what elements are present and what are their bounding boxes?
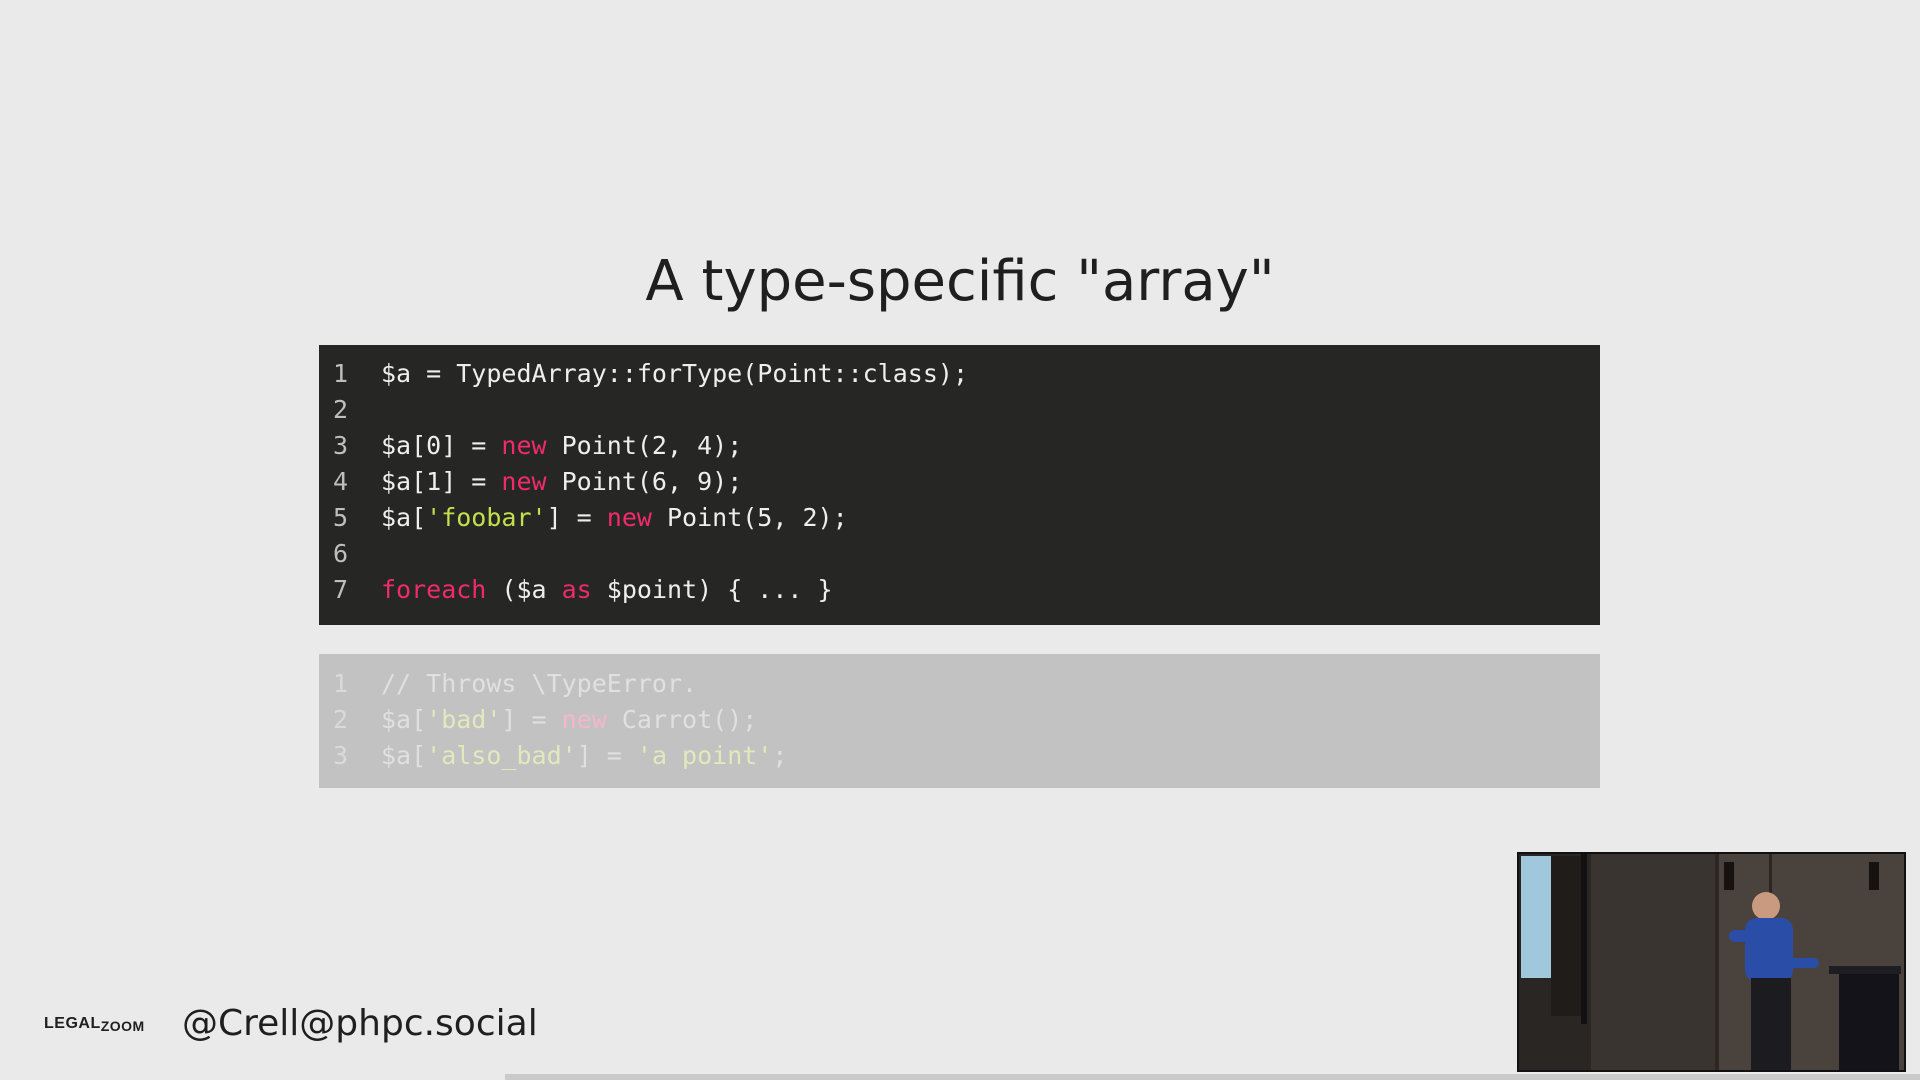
code-block-errors: 1// Throws \TypeError. 2 $a['bad'] = new C… xyxy=(319,654,1600,788)
code-keyword: as xyxy=(561,575,592,604)
code-block-main: 1 $a = TypedArray::forType(Point::class);… xyxy=(319,345,1600,625)
code-line: 7 foreach ($a as $point) { ... } xyxy=(333,572,1586,608)
code-text: $a[0] = xyxy=(381,431,502,460)
code-text: ; xyxy=(772,741,788,770)
logo-text-zoom: ZOOM xyxy=(100,1018,145,1034)
line-number: 5 xyxy=(333,503,349,532)
code-line: 2 $a['bad'] = new Carrot(); xyxy=(333,702,1586,738)
code-keyword: new xyxy=(501,467,547,496)
code-text: Point(6, 9); xyxy=(546,467,743,496)
slide-title: A type-specific "array" xyxy=(645,249,1275,314)
speaker-video-image xyxy=(1519,854,1904,1070)
code-text: $a[1] = xyxy=(381,467,502,496)
code-keyword: new xyxy=(561,705,607,734)
code-text: $a[ xyxy=(381,503,427,532)
code-text: Point(2, 4); xyxy=(546,431,743,460)
line-number: 2 xyxy=(333,395,349,424)
line-number: 1 xyxy=(333,359,349,388)
slide: A type-specific "array" 1 $a = TypedArray… xyxy=(0,0,1920,1080)
code-line: 3 $a['also_bad'] = 'a point'; xyxy=(333,738,1586,774)
code-line: 6 xyxy=(333,536,1586,572)
line-number: 7 xyxy=(333,575,349,604)
code-line: 3 $a[0] = new Point(2, 4); xyxy=(333,428,1586,464)
code-string: 'a point' xyxy=(636,741,773,770)
legalzoom-logo: LEGALZOOM xyxy=(44,1015,145,1034)
line-number: 3 xyxy=(333,431,349,460)
code-text: ] = xyxy=(546,503,607,532)
progress-bar-fill xyxy=(505,1074,1920,1080)
code-keyword: new xyxy=(606,503,652,532)
code-text: Carrot(); xyxy=(606,705,758,734)
code-line: 2 xyxy=(333,392,1586,428)
code-string: 'bad' xyxy=(426,705,502,734)
line-number: 4 xyxy=(333,467,349,496)
code-line: 1 // Throws \TypeError. xyxy=(333,666,1586,702)
code-text: ] = xyxy=(501,705,562,734)
code-text: $a[ xyxy=(381,741,427,770)
code-line: 4 $a[1] = new Point(6, 9); xyxy=(333,464,1586,500)
line-number: 1 xyxy=(333,669,349,698)
line-number: 2 xyxy=(333,705,349,734)
code-keyword: foreach xyxy=(381,575,487,604)
code-text: $point) { ... } xyxy=(591,575,833,604)
code-text: Point(5, 2); xyxy=(651,503,848,532)
speaker-handle: @Crell@phpc.social xyxy=(182,1003,538,1044)
code-keyword: new xyxy=(501,431,547,460)
code-text: ($a xyxy=(486,575,562,604)
code-text: $a = TypedArray::forType(Point::class); xyxy=(381,359,968,388)
code-text: // Throws \TypeError. xyxy=(381,669,698,698)
code-string: 'also_bad' xyxy=(426,741,577,770)
line-number: 3 xyxy=(333,741,349,770)
logo-text-legal: LEGAL xyxy=(44,1015,101,1032)
line-number: 6 xyxy=(333,539,349,568)
code-line: 1 $a = TypedArray::forType(Point::class); xyxy=(333,356,1586,392)
code-line: 5 $a['foobar'] = new Point(5, 2); xyxy=(333,500,1586,536)
code-text: ] = xyxy=(576,741,637,770)
speaker-video-inset xyxy=(1517,852,1906,1072)
code-string: 'foobar' xyxy=(426,503,547,532)
code-text: $a[ xyxy=(381,705,427,734)
